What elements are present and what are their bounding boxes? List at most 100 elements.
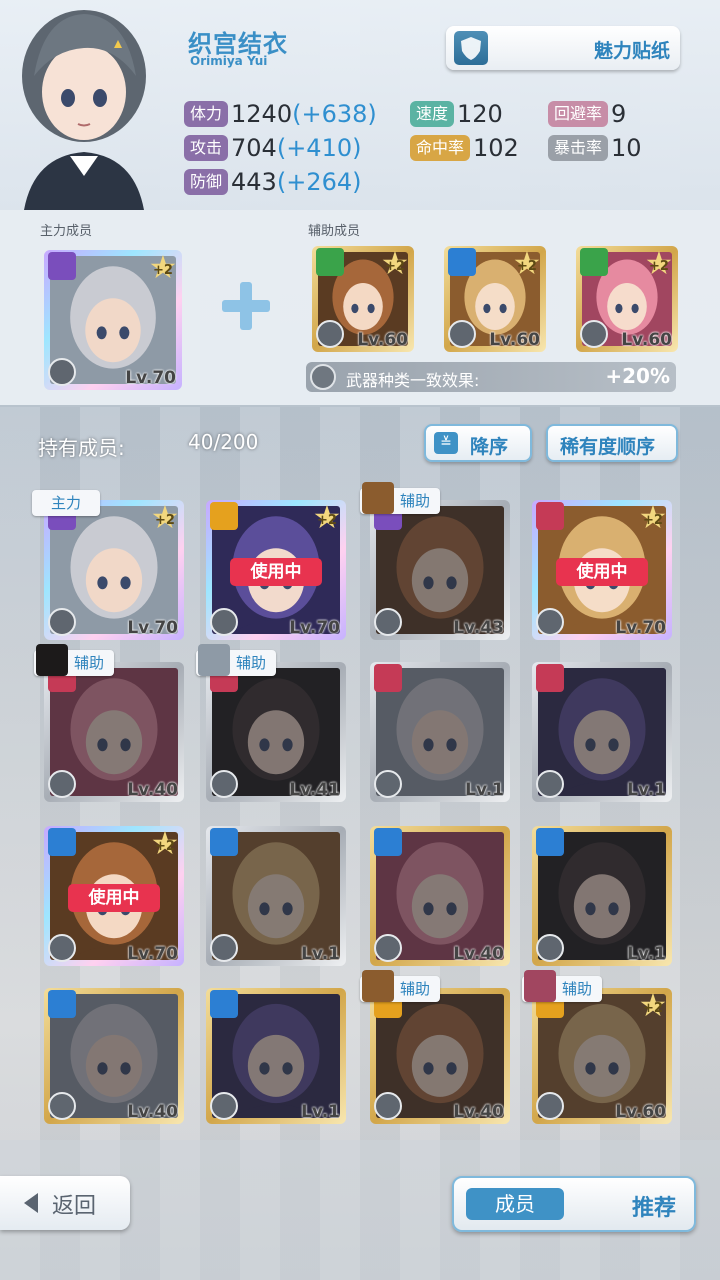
charm-sticker-button[interactable]: 魅力贴纸 <box>446 26 680 70</box>
main-tag: 主力 <box>32 490 100 516</box>
support-tag: 辅助 <box>522 970 603 1002</box>
weapon-type-icon <box>536 770 564 798</box>
card-level: Lv.1 <box>301 1102 340 1122</box>
weapon-type-icon <box>580 320 608 348</box>
weapon-gear-icon <box>310 364 336 390</box>
back-button[interactable]: 返回 <box>0 1176 130 1230</box>
element-red-icon <box>536 502 564 530</box>
weapon-match-label: 武器种类一致效果: <box>346 371 480 390</box>
charm-sticker-label: 魅力贴纸 <box>593 40 670 62</box>
element-blue-icon <box>536 828 564 856</box>
recommend-button[interactable]: 成员 推荐 <box>452 1176 696 1232</box>
sort-rarity-label: 稀有度顺序 <box>560 436 656 458</box>
member-card[interactable]: Lv.1 <box>532 826 672 966</box>
owned-members-label: 持有成员: <box>38 436 125 460</box>
weapon-type-icon <box>210 1092 238 1120</box>
team-support-card[interactable]: +2 Lv.60 <box>576 246 678 352</box>
stat-spd-value: 120 <box>457 100 503 128</box>
weapon-type-icon <box>536 608 564 636</box>
star-plus-badge: +2 <box>512 248 542 282</box>
stat-atk-label: 攻击 <box>184 135 229 161</box>
support-avatar-icon <box>36 644 68 676</box>
stat-hit: 命中率 102 <box>410 134 519 162</box>
plus-value: +2 <box>517 259 537 274</box>
element-red-icon <box>374 664 402 692</box>
weapon-type-icon <box>48 770 76 798</box>
element-gold-icon <box>210 502 238 530</box>
member-card[interactable]: Lv.43 <box>370 500 510 640</box>
star-plus-badge: +2 <box>644 248 674 282</box>
team-main-card[interactable]: +2 Lv.70 <box>44 250 182 390</box>
stat-hp-label: 体力 <box>184 101 229 127</box>
member-card[interactable]: Lv.1 <box>206 826 346 966</box>
member-card[interactable]: +2 Lv.70 <box>44 500 184 640</box>
weapon-match-bar: 武器种类一致效果: +20% <box>306 362 676 392</box>
owned-members-count: 40/200 <box>188 430 259 454</box>
card-level: Lv.70 <box>125 368 176 388</box>
card-level: Lv.70 <box>127 618 178 638</box>
star-plus-badge: +2 <box>380 248 410 282</box>
support-tag: 辅助 <box>360 970 441 1002</box>
character-header: 织宫结衣 Orimiya Yui 魅力贴纸 体力 1240(+638) 攻击 704… <box>0 0 720 210</box>
team-support-card[interactable]: +2 Lv.60 <box>444 246 546 352</box>
stat-crit-value: 10 <box>611 134 642 162</box>
weapon-type-icon <box>316 320 344 348</box>
member-card[interactable]: Lv.1 <box>532 662 672 802</box>
sort-rarity-button[interactable]: 稀有度顺序 <box>546 424 678 462</box>
weapon-type-icon <box>374 608 402 636</box>
card-level: Lv.70 <box>615 618 666 638</box>
element-blue-icon <box>448 248 476 276</box>
element-green-icon <box>316 248 344 276</box>
member-card[interactable]: Lv.40 <box>370 988 510 1124</box>
in-use-badge: 使用中 <box>230 558 322 586</box>
character-portrait <box>22 10 146 210</box>
stat-hp: 体力 1240(+638) <box>184 100 377 128</box>
plus-value: +2 <box>385 259 405 274</box>
in-use-badge: 使用中 <box>68 884 160 912</box>
card-level: Lv.43 <box>453 618 504 638</box>
member-card[interactable]: Lv.1 <box>370 662 510 802</box>
plus-value: +2 <box>643 1001 663 1016</box>
members-tab[interactable]: 成员 <box>466 1188 564 1220</box>
star-plus-badge: +2 <box>638 990 668 1024</box>
member-card[interactable]: Lv.40 <box>44 662 184 802</box>
support-tag-label: 辅助 <box>400 492 431 510</box>
stat-hp-bonus: (+638) <box>292 100 377 128</box>
plus-value: +2 <box>643 513 663 528</box>
star-plus-badge: +2 <box>312 502 342 536</box>
support-avatar-icon <box>198 644 230 676</box>
card-level: Lv.70 <box>127 944 178 964</box>
in-use-badge: 使用中 <box>556 558 648 586</box>
recommend-label: 推荐 <box>631 1196 676 1221</box>
plus-icon <box>218 278 274 334</box>
shield-icon <box>454 31 488 65</box>
sort-desc-button[interactable]: ≚ 降序 <box>424 424 532 462</box>
card-level: Lv.70 <box>289 618 340 638</box>
member-card[interactable]: Lv.40 <box>44 988 184 1124</box>
weapon-type-icon <box>48 608 76 636</box>
card-level: Lv.40 <box>453 1102 504 1122</box>
element-blue-icon <box>210 828 238 856</box>
support-tag-label: 辅助 <box>74 654 105 672</box>
member-card[interactable]: Lv.41 <box>206 662 346 802</box>
support-tag: 辅助 <box>360 482 441 514</box>
stat-crit: 暴击率 10 <box>548 134 642 162</box>
member-card[interactable]: +2 Lv.70 使用中 <box>532 500 672 640</box>
support-avatar-icon <box>362 482 394 514</box>
weapon-type-icon <box>536 1092 564 1120</box>
support-tag-label: 辅助 <box>562 980 593 998</box>
element-blue-icon <box>48 990 76 1018</box>
member-card[interactable]: +2 Lv.70 使用中 <box>206 500 346 640</box>
weapon-type-icon <box>48 1092 76 1120</box>
member-card[interactable]: Lv.1 <box>206 988 346 1124</box>
member-card[interactable]: Lv.40 <box>370 826 510 966</box>
card-level: Lv.60 <box>621 330 672 350</box>
card-level: Lv.1 <box>627 780 666 800</box>
member-card[interactable]: +2 Lv.70 使用中 <box>44 826 184 966</box>
sort-desc-label: 降序 <box>470 436 509 458</box>
card-level: Lv.1 <box>465 780 504 800</box>
stat-spd: 速度 120 <box>410 100 503 128</box>
plus-value: +2 <box>649 259 669 274</box>
member-card[interactable]: +2 Lv.60 <box>532 988 672 1124</box>
team-support-card[interactable]: +2 Lv.60 <box>312 246 414 352</box>
